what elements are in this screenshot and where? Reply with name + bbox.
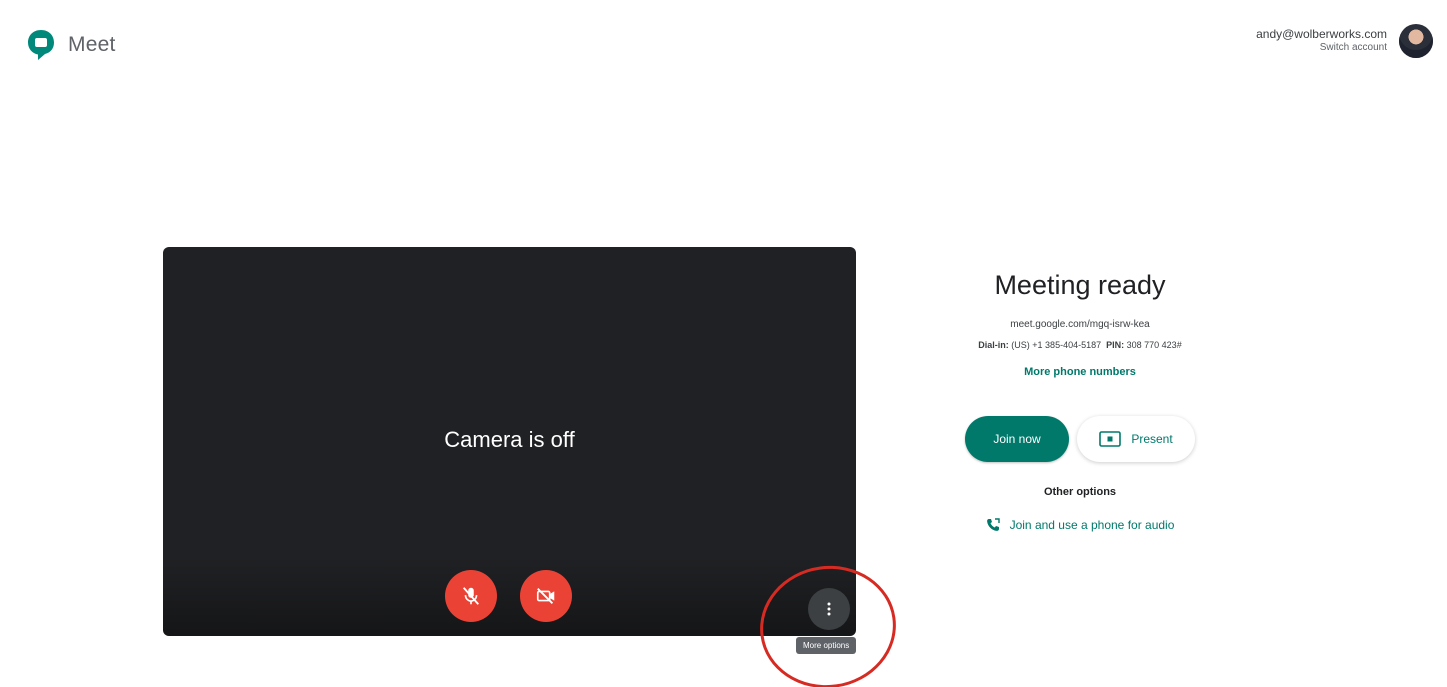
meet-prejoin-page: Meet andy@wolberworks.com Switch account…	[0, 0, 1447, 687]
camera-toggle-button[interactable]	[520, 570, 572, 622]
pin-value: 308 770 423#	[1126, 340, 1182, 350]
account-email: andy@wolberworks.com	[1256, 27, 1387, 41]
app-name: Meet	[68, 33, 116, 56]
microphone-toggle-button[interactable]	[445, 570, 497, 622]
camera-off-icon	[536, 588, 555, 604]
other-options-heading: Other options	[1043, 486, 1117, 498]
meet-logo-icon	[28, 30, 54, 60]
meeting-link: meet.google.com/mgq-isrw-kea	[1010, 319, 1150, 330]
phone-audio-label: Join and use a phone for audio	[1009, 518, 1175, 532]
preview-gradient	[163, 556, 856, 636]
present-icon	[1099, 431, 1122, 447]
camera-status-text: Camera is off	[444, 427, 575, 452]
join-now-button[interactable]: Join now	[965, 416, 1069, 462]
meet-logo[interactable]: Meet	[26, 28, 116, 62]
phone-icon	[986, 518, 1000, 531]
pin-label: PIN:	[1106, 340, 1125, 350]
dial-in-label: Dial-in:	[978, 340, 1009, 350]
join-with-phone-audio-link[interactable]: Join and use a phone for audio	[930, 518, 1230, 532]
join-panel: Meeting ready meet.google.com/mgq-isrw-k…	[930, 262, 1230, 532]
video-preview: Camera is off	[163, 247, 856, 636]
account-switcher[interactable]: andy@wolberworks.com Switch account	[1256, 24, 1433, 58]
account-info: andy@wolberworks.com Switch account	[1256, 27, 1387, 55]
present-button[interactable]: Present	[1077, 416, 1195, 462]
present-label: Present	[1131, 432, 1173, 446]
join-actions: Join now Present	[930, 416, 1230, 462]
switch-account-link[interactable]: Switch account	[1256, 41, 1387, 55]
dial-in-info: Dial-in: (US) +1 385-404-5187 PIN: 308 7…	[930, 340, 1230, 350]
dial-in-number: (US) +1 385-404-5187	[1011, 340, 1102, 350]
more-vert-icon	[827, 602, 831, 616]
more-options-button[interactable]	[808, 588, 850, 630]
more-options-tooltip: More options	[796, 637, 857, 654]
meeting-title: Meeting ready	[994, 270, 1166, 300]
mic-off-icon	[462, 587, 480, 605]
more-phone-numbers-link[interactable]: More phone numbers	[930, 366, 1230, 378]
avatar[interactable]	[1399, 24, 1433, 58]
